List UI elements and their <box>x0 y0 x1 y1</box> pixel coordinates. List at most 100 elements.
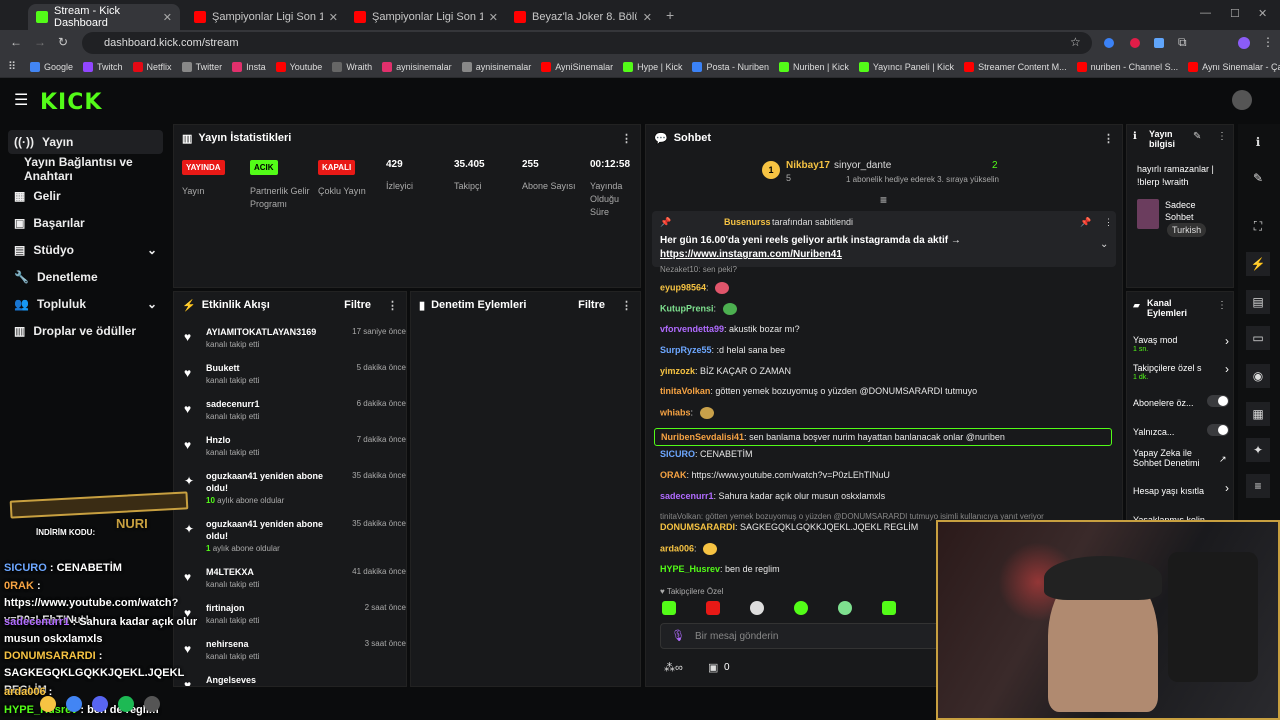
chat-username[interactable]: DONUMSARARDI <box>660 522 735 532</box>
unpin-icon[interactable]: 📌 <box>1080 217 1091 228</box>
bookmark[interactable]: Wraith <box>332 61 372 72</box>
extension-icon[interactable] <box>1154 38 1164 48</box>
chrome-icon[interactable] <box>66 696 82 712</box>
expand-icon[interactable]: ≡ <box>880 193 887 207</box>
emote-icon[interactable] <box>794 601 808 615</box>
chat-username[interactable]: sadecenurr1 <box>660 491 714 501</box>
chat-username[interactable]: ORAK <box>660 470 687 480</box>
spotify-icon[interactable] <box>118 696 134 712</box>
stack-icon[interactable]: ▦ <box>1246 402 1270 426</box>
activity-item[interactable]: ♥ nehirsena kanalı takip etti 3 saat önce <box>184 638 406 674</box>
activity-name[interactable]: M4LTEKXA <box>206 566 336 578</box>
bookmark[interactable]: Twitch <box>83 61 123 72</box>
chat-username[interactable]: SurpRyze55 <box>660 345 712 355</box>
forward-icon[interactable]: → <box>34 35 46 49</box>
activity-item[interactable]: ♥ Buukett kanalı takip etti 5 dakika önce <box>184 362 406 398</box>
emote-icon[interactable] <box>882 601 896 615</box>
action-followers-only[interactable]: Takipçilere özel s1 dk. › <box>1133 360 1229 381</box>
bookmark[interactable]: Streamer Content M... <box>964 61 1067 72</box>
hamburger-menu-icon[interactable]: ☰ <box>14 90 28 110</box>
close-window-button[interactable]: ✕ <box>1258 7 1267 20</box>
gift-icon[interactable]: ▣ <box>708 661 718 674</box>
pinned-by-user[interactable]: Busenurss <box>724 217 771 227</box>
microphone-icon[interactable]: 🎙 <box>671 629 685 642</box>
activity-item[interactable]: ♥ AYIAMITOKATLAYAN3169 kanalı takip etti 17… <box>184 326 406 362</box>
kebab-menu-icon[interactable]: ⋮ <box>1103 132 1114 145</box>
action-account-age[interactable]: Hesap yaşı kısıtla › <box>1133 481 1229 497</box>
kebab-menu-icon[interactable]: ⋮ <box>1104 217 1113 228</box>
sidebar-item-denetleme[interactable]: 🔧 Denetleme <box>8 265 163 289</box>
close-icon[interactable]: ✕ <box>163 11 172 24</box>
extension-icon[interactable] <box>1104 38 1114 48</box>
sidebar-item-droplar[interactable]: ▥ Droplar ve ödüller <box>8 319 163 343</box>
emote-icon[interactable] <box>706 601 720 615</box>
bolt-icon[interactable]: ⚡ <box>1246 252 1270 276</box>
edit-icon[interactable]: ✎ <box>1193 131 1201 142</box>
bookmark[interactable]: Google <box>30 61 73 72</box>
activity-item[interactable]: ✦ oguzkaan41 yeniden abone oldu! 1 aylık a… <box>184 518 406 554</box>
bookmark[interactable]: Yayıncı Paneli | Kick <box>858 61 954 72</box>
kick-logo[interactable]: KICK <box>40 90 102 115</box>
chat-username[interactable]: arda006 <box>660 543 694 553</box>
activity-item[interactable]: ♥ Angelseves <box>184 674 406 686</box>
back-icon[interactable]: ← <box>10 35 22 49</box>
kebab-menu-icon[interactable]: ⋮ <box>1217 131 1227 142</box>
action-emote-only[interactable]: Yalnızca... <box>1133 424 1229 438</box>
fullscreen-icon[interactable]: ⛶ <box>1246 214 1270 238</box>
chevron-down-icon[interactable]: ⌄ <box>1100 239 1108 250</box>
category-name[interactable]: Sadece Sohbet <box>1165 199 1225 223</box>
sidebar-item-studyo[interactable]: ▤ Stüdyo ⌄ <box>8 238 163 262</box>
activity-name[interactable]: Buukett <box>206 362 336 374</box>
sidebar-item-stream-key[interactable]: Yayın Bağlantısı ve Anahtarı <box>8 155 163 183</box>
emote-icon[interactable] <box>838 601 852 615</box>
extension-icon[interactable] <box>1130 38 1140 48</box>
activity-item[interactable]: ♥ firtinajon kanalı takip etti 2 saat önce <box>184 602 406 638</box>
new-tab-button[interactable]: + <box>666 7 674 23</box>
bookmark[interactable]: Insta <box>232 61 266 72</box>
chat-username[interactable]: eyup98564 <box>660 282 706 292</box>
activity-item[interactable]: ♥ Hnzlo kanalı takip etti 7 dakika önce <box>184 434 406 470</box>
close-icon[interactable]: ✕ <box>643 11 652 24</box>
activity-name[interactable]: Angelseves <box>206 674 336 686</box>
list-icon[interactable]: ≡ <box>1246 474 1270 498</box>
chat-username[interactable]: HYPE_Husrev <box>660 564 720 574</box>
folder-icon[interactable] <box>40 696 56 712</box>
tab-kick-dashboard[interactable]: Stream - Kick Dashboard ✕ <box>28 4 180 30</box>
action-subs-only[interactable]: Abonelere öz... <box>1133 395 1229 409</box>
document-icon[interactable]: ▤ <box>1246 290 1270 314</box>
chat-username[interactable]: vforvendetta99 <box>660 324 724 334</box>
filter-button[interactable]: Filtre <box>344 299 371 311</box>
top-gifter-name[interactable]: Nikbay17 <box>786 160 830 171</box>
minimize-button[interactable]: — <box>1200 7 1211 19</box>
close-icon[interactable]: ✕ <box>329 11 338 24</box>
activity-name[interactable]: sadecenurr1 <box>206 398 336 410</box>
edit-icon[interactable]: ✎ <box>1246 166 1270 190</box>
tab-youtube-2[interactable]: Şampiyonlar Ligi Son 16 Play-o ✕ <box>346 4 506 30</box>
url-field[interactable]: dashboard.kick.com/stream <box>82 32 1092 54</box>
chat-username[interactable]: SICURO <box>660 449 695 459</box>
external-link-icon[interactable]: ↗ <box>1219 454 1227 465</box>
activity-name[interactable]: oguzkaan41 yeniden abone oldu! <box>206 518 336 542</box>
bookmark[interactable]: Posta - Nuriben <box>692 61 769 72</box>
chat-username[interactable]: KutupPrensi <box>660 303 714 313</box>
reload-icon[interactable]: ↻ <box>58 35 68 49</box>
second-gifter-name[interactable]: sinyor_dante <box>834 160 891 171</box>
sidebar-item-topluluk[interactable]: 👥 Topluluk ⌄ <box>8 292 163 316</box>
bookmark[interactable]: aynisinemalar <box>382 61 452 72</box>
channel-points-icon[interactable]: ⁂∞ <box>664 661 683 674</box>
broadcast-icon[interactable]: ◉ <box>1246 364 1270 388</box>
discord-icon[interactable] <box>92 696 108 712</box>
kebab-menu-icon[interactable]: ⋮ <box>387 299 398 312</box>
activity-item[interactable]: ♥ sadecenurr1 kanalı takip etti 6 dakika ön… <box>184 398 406 434</box>
chat-username[interactable]: whiabs <box>660 407 691 417</box>
pinned-link[interactable]: https://www.instagram.com/Nuriben41 <box>660 249 842 260</box>
language-tag[interactable]: Turkish <box>1167 223 1207 237</box>
profile-avatar[interactable] <box>1238 37 1250 49</box>
activity-name[interactable]: AYIAMITOKATLAYAN3169 <box>206 326 336 338</box>
toggle-switch[interactable] <box>1207 424 1229 436</box>
activity-name[interactable]: firtinajon <box>206 602 336 614</box>
emote-icon[interactable] <box>750 601 764 615</box>
activity-name[interactable]: Hnzlo <box>206 434 336 446</box>
bookmark[interactable]: Aynı Sinemalar - Ça... <box>1188 61 1280 72</box>
sidebar-item-yayin[interactable]: ((·)) Yayın <box>8 130 163 154</box>
